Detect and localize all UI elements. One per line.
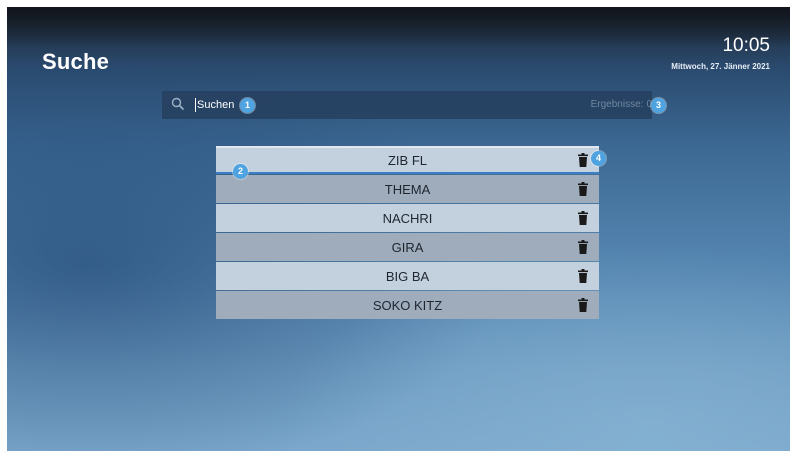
search-bar[interactable]: Ergebnisse:0	[162, 91, 652, 119]
trash-icon[interactable]	[578, 153, 588, 167]
trash-icon[interactable]	[578, 269, 588, 283]
history-item[interactable]: THEMA	[216, 175, 599, 203]
clock: 10:05	[722, 35, 770, 56]
callout-badge: 3	[651, 98, 666, 113]
search-icon	[171, 97, 185, 111]
history-item-label: NACHRI	[382, 210, 433, 226]
results-label: Ergebnisse:	[590, 99, 644, 110]
text-cursor	[195, 98, 196, 112]
history-item-label: GIRA	[391, 239, 424, 255]
page-title: Suche	[42, 49, 110, 74]
history-item[interactable]: ZIB FL	[216, 146, 599, 174]
history-item[interactable]: NACHRI	[216, 204, 599, 232]
trash-icon[interactable]	[578, 182, 588, 196]
callout-badge: 1	[240, 98, 255, 113]
history-item-label: ZIB FL	[387, 152, 427, 168]
search-input[interactable]	[197, 97, 397, 113]
history-item[interactable]: SOKO KITZ	[216, 291, 599, 319]
results-count: Ergebnisse: 0	[502, 99, 652, 110]
trash-icon[interactable]	[578, 240, 588, 254]
history-item-label: BIG BA	[385, 268, 430, 284]
tv-screen: Suche 10:05 Mittwoch, 27. Jänner 2021 Er…	[7, 7, 790, 451]
search-history-list: ZIB FL THEMA NACHRI GIRA BIG BA SOKO KIT…	[216, 146, 599, 320]
trash-icon[interactable]	[578, 298, 588, 312]
history-item-label: THEMA	[384, 181, 431, 197]
history-item[interactable]: BIG BA	[216, 262, 599, 290]
date-label: Mittwoch, 27. Jänner 2021	[671, 62, 770, 71]
callout-badge: 4	[591, 151, 606, 166]
history-item[interactable]: GIRA	[216, 233, 599, 261]
history-item-label: SOKO KITZ	[372, 297, 443, 313]
trash-icon[interactable]	[578, 211, 588, 225]
callout-badge: 2	[233, 164, 248, 179]
